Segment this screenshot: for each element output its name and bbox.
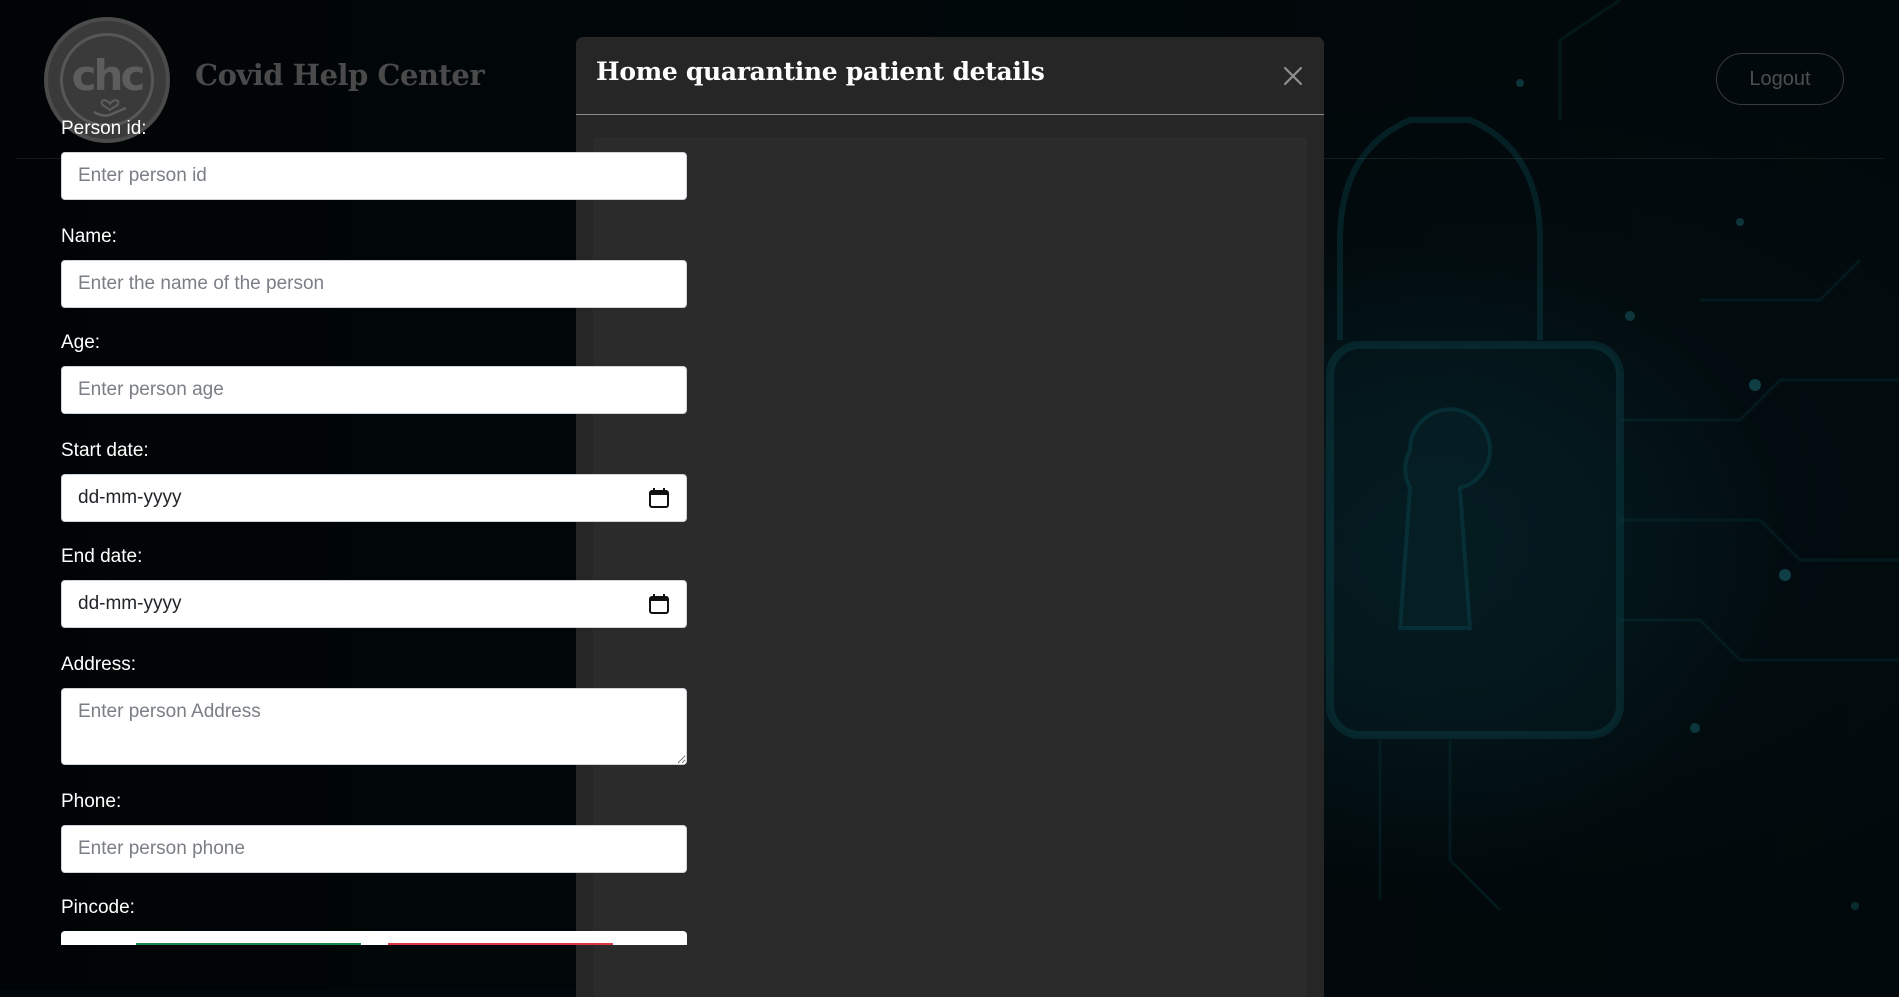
patient-form: Person id: Name: Age: Start date: dd-mm-… [61, 116, 687, 945]
end-date-label: End date: [61, 546, 143, 567]
modal-header: Home quarantine patient details [576, 37, 1324, 115]
address-group: Address: [61, 652, 687, 765]
close-button[interactable] [1278, 61, 1308, 91]
person-id-group: Person id: [61, 116, 687, 200]
end-date-group: End date: dd-mm-yyyy [61, 544, 687, 628]
age-input[interactable] [61, 366, 687, 414]
end-date-input[interactable]: dd-mm-yyyy [61, 580, 687, 628]
age-label: Age: [61, 332, 101, 353]
modal-body [593, 137, 1307, 997]
calendar-icon[interactable] [648, 487, 670, 509]
pincode-group: Pincode: [61, 895, 687, 945]
modal-title: Home quarantine patient details [596, 57, 1045, 86]
pincode-input[interactable] [61, 931, 687, 945]
start-date-input[interactable]: dd-mm-yyyy [61, 474, 687, 522]
address-textarea[interactable] [61, 688, 687, 765]
address-label: Address: [61, 654, 136, 675]
phone-label: Phone: [61, 791, 122, 812]
name-group: Name: [61, 224, 687, 308]
start-date-label: Start date: [61, 440, 149, 461]
brand-name[interactable]: Covid Help Center [195, 58, 485, 92]
calendar-icon[interactable] [648, 593, 670, 615]
start-date-group: Start date: dd-mm-yyyy [61, 438, 687, 522]
close-icon [1283, 66, 1303, 86]
person-id-label: Person id: [61, 118, 147, 139]
hand-heart-icon [93, 99, 127, 117]
close-button-edge [388, 943, 613, 945]
age-group: Age: [61, 330, 687, 414]
submit-button-edge [136, 943, 361, 945]
logo-inner-ring: chc [60, 33, 154, 127]
phone-group: Phone: [61, 789, 687, 873]
logout-button[interactable]: Logout [1716, 53, 1844, 105]
start-date-display: dd-mm-yyyy [78, 487, 182, 508]
phone-input[interactable] [61, 825, 687, 873]
pincode-label: Pincode: [61, 897, 135, 918]
name-label: Name: [61, 226, 117, 247]
end-date-display: dd-mm-yyyy [78, 593, 182, 614]
name-input[interactable] [61, 260, 687, 308]
person-id-input[interactable] [61, 152, 687, 200]
patient-details-modal: Home quarantine patient details [576, 37, 1324, 997]
